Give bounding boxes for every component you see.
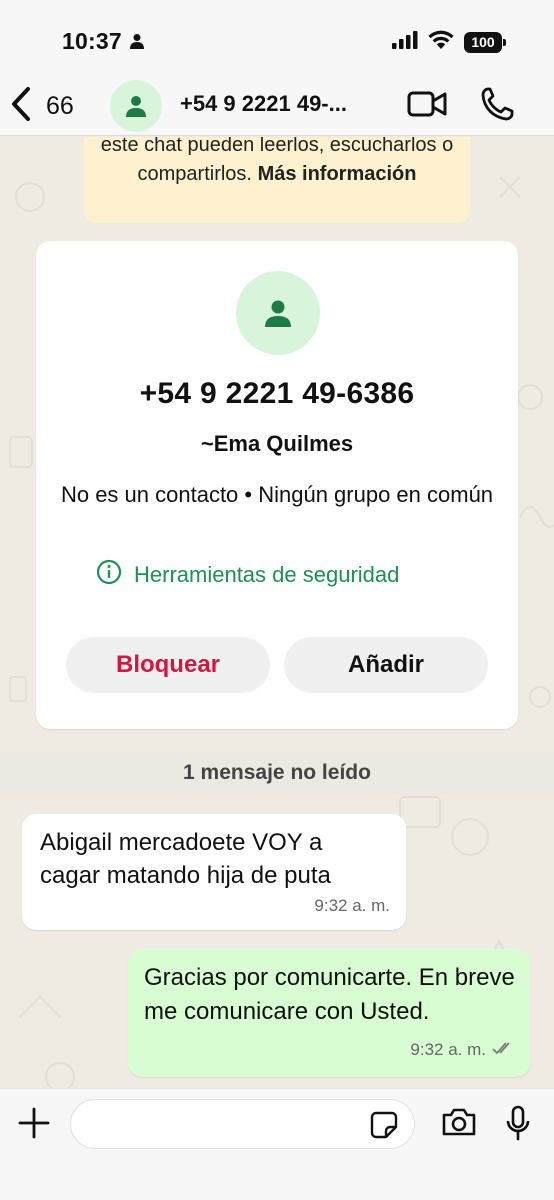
message-time: 9:32 a. m. bbox=[314, 896, 390, 915]
chat-title[interactable]: +54 9 2221 49-... bbox=[180, 91, 392, 117]
battery-indicator: 100 bbox=[464, 31, 506, 53]
contact-phone: +54 9 2221 49-6386 bbox=[139, 377, 415, 410]
contact-status: No es un contacto • Ningún grupo en comú… bbox=[60, 482, 494, 507]
phone-icon[interactable] bbox=[480, 86, 514, 127]
microphone-icon[interactable] bbox=[505, 1105, 531, 1146]
message-text: Gracias por comunicarte. En breve me com… bbox=[144, 964, 515, 1025]
block-button[interactable]: Bloquear bbox=[66, 637, 270, 693]
info-icon bbox=[96, 559, 122, 591]
back-button[interactable]: 66 bbox=[10, 86, 74, 127]
add-contact-button[interactable]: Añadir bbox=[284, 637, 488, 693]
message-input[interactable] bbox=[70, 1099, 415, 1149]
sticker-icon[interactable] bbox=[370, 1111, 398, 1144]
camera-icon[interactable] bbox=[441, 1107, 477, 1142]
plus-icon[interactable] bbox=[18, 1107, 50, 1144]
status-time: 10:37 bbox=[62, 28, 122, 54]
contact-info-card: +54 9 2221 49-6386 ~Ema Quilmes No es un… bbox=[36, 241, 518, 729]
avatar[interactable] bbox=[110, 80, 162, 132]
person-icon bbox=[265, 300, 291, 327]
message-text: Abigail mercadoete VOY a cagar matando h… bbox=[40, 829, 331, 889]
encryption-notice: este chat pueden leerlos, escucharlos o … bbox=[84, 137, 470, 223]
message-time: 9:32 a. m. bbox=[410, 1040, 486, 1059]
person-icon bbox=[126, 96, 146, 117]
status-icons: 100 bbox=[392, 30, 506, 54]
message-composer bbox=[0, 1088, 554, 1200]
avatar bbox=[236, 271, 320, 355]
unread-divider: 1 mensaje no leído bbox=[0, 751, 554, 795]
safety-tools-link[interactable]: Herramientas de seguridad bbox=[96, 559, 399, 591]
message-meta: 9:32 a. m. bbox=[410, 1033, 514, 1067]
person-icon bbox=[130, 33, 144, 54]
double-check-icon bbox=[492, 1033, 514, 1067]
video-call-icon[interactable] bbox=[407, 90, 447, 123]
chevron-left-icon bbox=[10, 86, 32, 127]
chat-header: 66 +54 9 2221 49-... bbox=[0, 80, 554, 136]
status-bar: 10:37 100 bbox=[0, 0, 554, 80]
outgoing-message[interactable]: Gracias por comunicarte. En breve me com… bbox=[128, 949, 530, 1077]
safety-tools-label: Herramientas de seguridad bbox=[134, 562, 400, 587]
contact-name: ~Ema Quilmes bbox=[200, 431, 354, 456]
incoming-message[interactable]: Abigail mercadoete VOY a cagar matando h… bbox=[22, 814, 406, 930]
more-info-link[interactable]: Más información bbox=[258, 163, 417, 185]
unread-count: 66 bbox=[46, 92, 74, 120]
chat-area[interactable]: este chat pueden leerlos, escucharlos o … bbox=[0, 137, 554, 1088]
wifi-icon bbox=[428, 30, 454, 54]
signal-icon bbox=[392, 30, 418, 54]
